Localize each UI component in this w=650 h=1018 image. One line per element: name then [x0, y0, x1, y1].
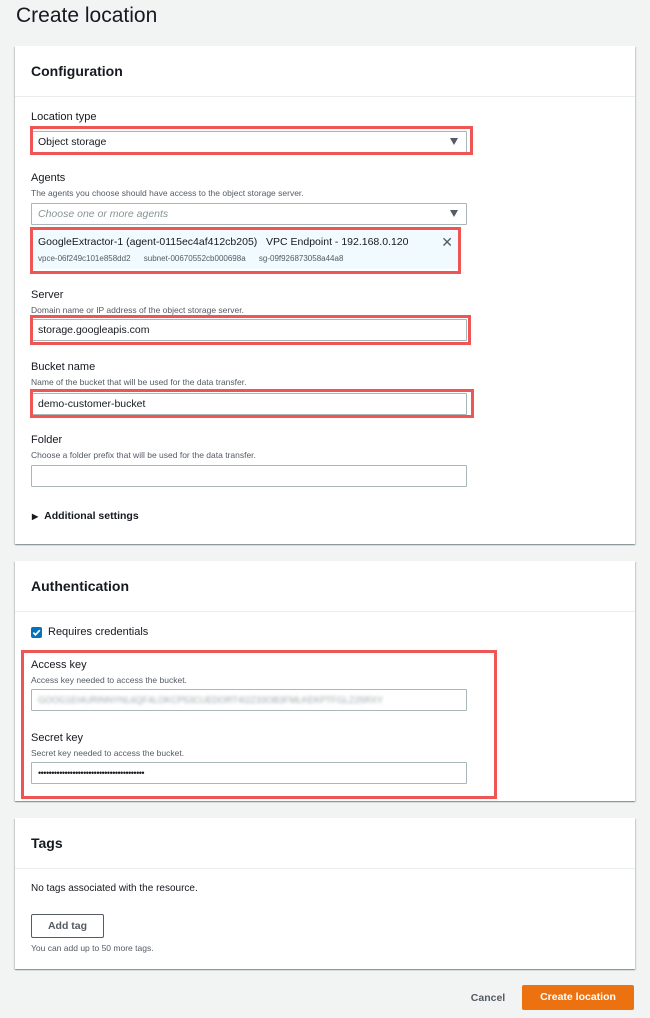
- tags-limit-note: You can add up to 50 more tags.: [31, 943, 154, 953]
- configuration-panel: Configuration Location type Object stora…: [15, 46, 635, 544]
- additional-settings-expander[interactable]: ▶ Additional settings: [32, 510, 139, 522]
- configuration-header: Configuration: [15, 46, 635, 97]
- add-tag-button[interactable]: Add tag: [31, 914, 104, 938]
- check-icon: [32, 629, 41, 637]
- tags-empty-message: No tags associated with the resource.: [31, 883, 198, 894]
- authentication-panel: Authentication Requires credentials Acce…: [15, 561, 635, 801]
- additional-settings-label: Additional settings: [44, 510, 139, 522]
- chevron-down-icon: [450, 210, 458, 217]
- bucket-description: Name of the bucket that will be used for…: [31, 377, 247, 387]
- agents-description: The agents you choose should have access…: [31, 188, 304, 198]
- bucket-highlight: [30, 389, 474, 418]
- agent-token-highlight: [30, 227, 461, 274]
- bucket-label: Bucket name: [31, 361, 96, 373]
- agents-multiselect[interactable]: Choose one or more agents: [31, 203, 467, 225]
- server-highlight: [30, 315, 471, 345]
- folder-input[interactable]: [31, 465, 467, 487]
- authentication-header: Authentication: [15, 561, 635, 612]
- server-description: Domain name or IP address of the object …: [31, 305, 244, 315]
- cancel-button[interactable]: Cancel: [462, 986, 514, 1010]
- credentials-highlight: [21, 650, 497, 799]
- agents-label: Agents: [31, 172, 66, 184]
- requires-credentials-checkbox[interactable]: [31, 627, 42, 638]
- requires-credentials-label: Requires credentials: [48, 626, 149, 638]
- caret-right-icon: ▶: [32, 512, 39, 521]
- agents-placeholder: Choose one or more agents: [38, 208, 169, 220]
- create-location-button[interactable]: Create location: [522, 985, 634, 1010]
- server-label: Server: [31, 289, 64, 301]
- tags-panel: Tags No tags associated with the resourc…: [15, 818, 635, 969]
- tags-header: Tags: [15, 818, 635, 869]
- page-title: Create location: [16, 4, 158, 27]
- location-type-label: Location type: [31, 111, 97, 123]
- folder-label: Folder: [31, 434, 63, 446]
- folder-description: Choose a folder prefix that will be used…: [31, 450, 256, 460]
- location-type-highlight: [30, 126, 473, 155]
